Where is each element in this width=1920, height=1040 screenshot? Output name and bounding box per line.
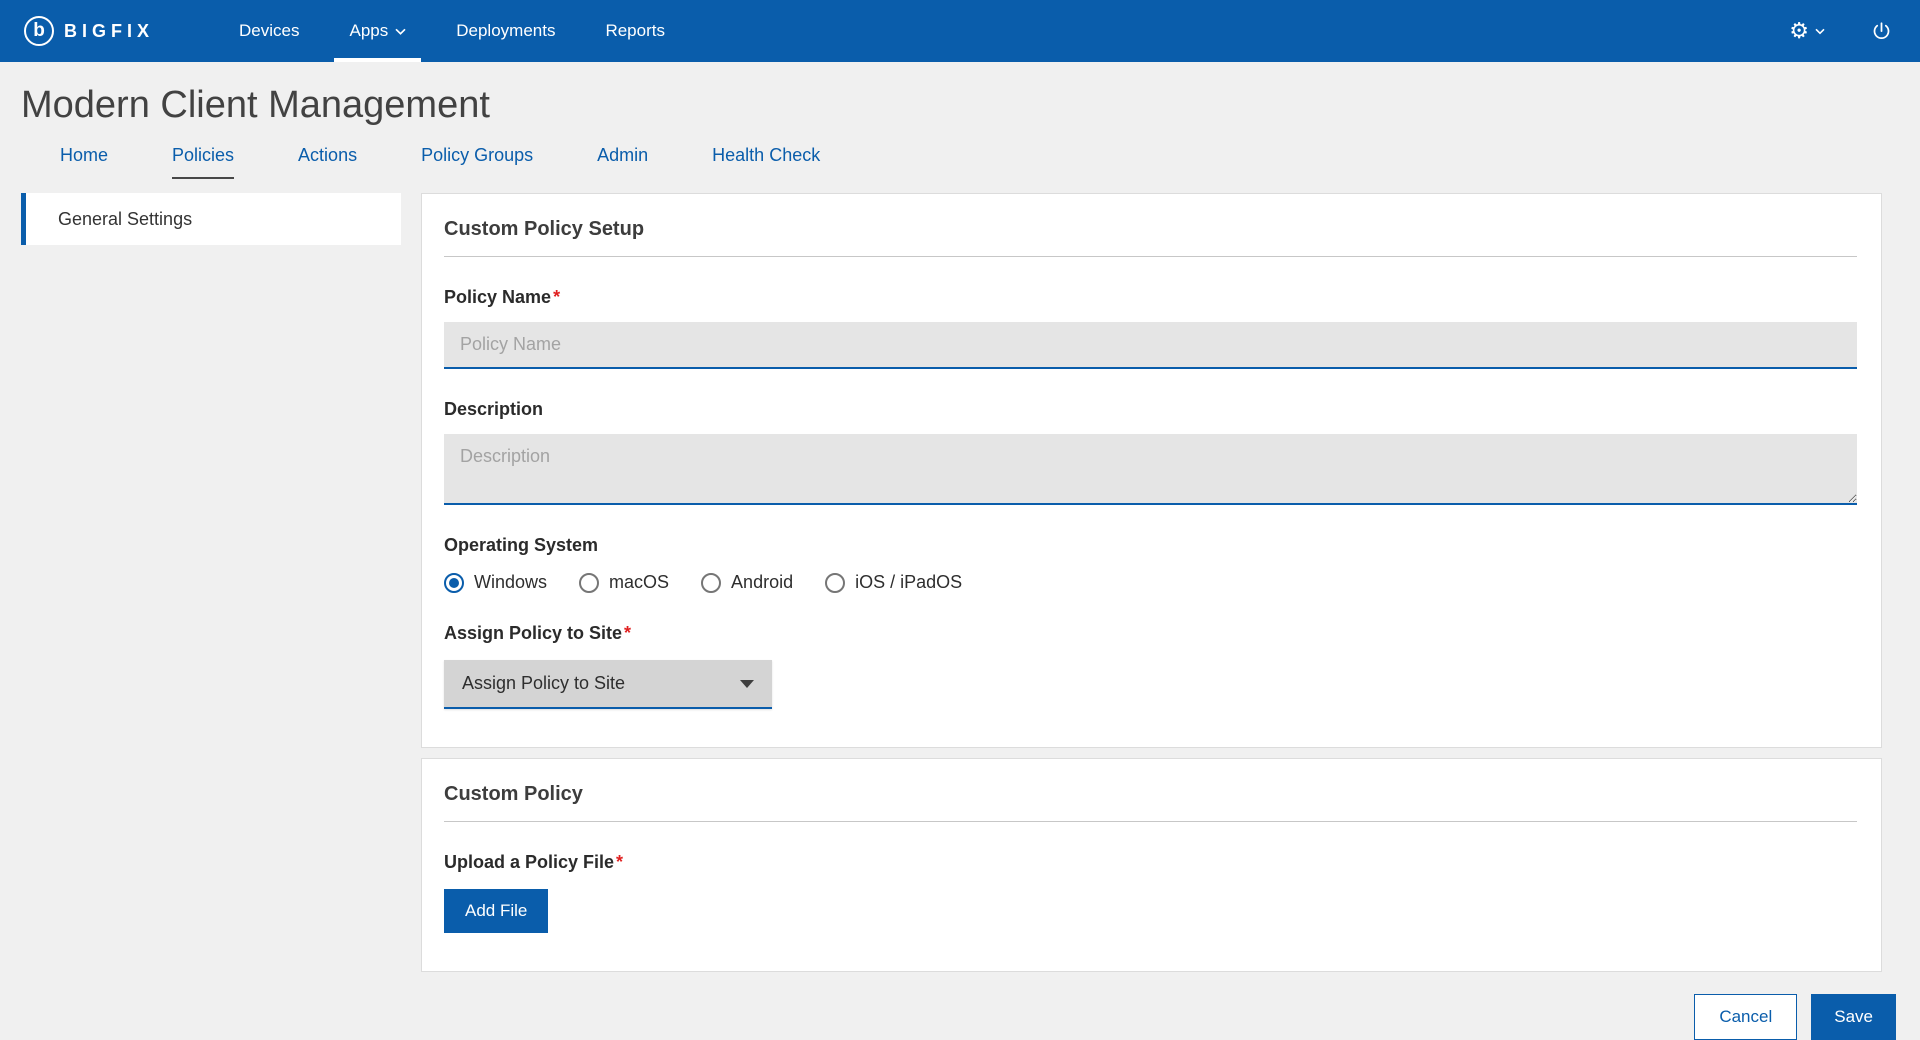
brand[interactable]: b BIGFIX xyxy=(24,0,154,62)
radio-selected-icon xyxy=(444,573,464,593)
assign-site-select[interactable]: Assign Policy to Site xyxy=(444,660,772,709)
sidebar: General Settings xyxy=(21,193,401,245)
custom-policy-setup-card: Custom Policy Setup Policy Name* Descrip… xyxy=(421,193,1882,748)
radio-android[interactable]: Android xyxy=(701,572,793,593)
tab-policy-groups[interactable]: Policy Groups xyxy=(421,145,533,179)
assign-site-label-text: Assign Policy to Site xyxy=(444,623,622,643)
assign-site-select-value: Assign Policy to Site xyxy=(462,673,625,694)
description-textarea[interactable] xyxy=(444,434,1857,505)
policy-name-label: Policy Name* xyxy=(444,287,1857,308)
radio-ios-ipados-label: iOS / iPadOS xyxy=(855,572,962,593)
radio-windows-label: Windows xyxy=(474,572,547,593)
footer-actions: Cancel Save xyxy=(0,994,1896,1040)
radio-android-label: Android xyxy=(731,572,793,593)
tab-policies[interactable]: Policies xyxy=(172,145,234,179)
sidebar-item-general-settings[interactable]: General Settings xyxy=(21,193,401,245)
custom-policy-card: Custom Policy Upload a Policy File* Add … xyxy=(421,758,1882,972)
required-asterisk: * xyxy=(624,623,631,643)
radio-unselected-icon xyxy=(579,573,599,593)
page-title: Modern Client Management xyxy=(21,84,1920,127)
upload-policy-file-label: Upload a Policy File* xyxy=(444,852,1857,873)
os-radio-group: Windows macOS Android iOS / iPadOS xyxy=(444,572,1857,593)
tab-health-check[interactable]: Health Check xyxy=(712,145,820,179)
radio-unselected-icon xyxy=(701,573,721,593)
logo-letter: b xyxy=(33,21,45,40)
chevron-down-icon xyxy=(740,680,754,688)
radio-ios-ipados[interactable]: iOS / iPadOS xyxy=(825,572,962,593)
tab-home[interactable]: Home xyxy=(60,145,108,179)
radio-macos[interactable]: macOS xyxy=(579,572,669,593)
upload-policy-file-label-text: Upload a Policy File xyxy=(444,852,614,872)
top-nav: Devices Apps Deployments Reports xyxy=(214,0,690,62)
gear-icon: ⚙ xyxy=(1789,20,1809,42)
radio-windows[interactable]: Windows xyxy=(444,572,547,593)
add-file-button[interactable]: Add File xyxy=(444,889,548,933)
section-title-custom-policy: Custom Policy xyxy=(444,783,1857,822)
chevron-down-icon xyxy=(1815,28,1825,35)
save-button[interactable]: Save xyxy=(1811,994,1896,1040)
top-navigation-bar: b BIGFIX Devices Apps Deployments Report… xyxy=(0,0,1920,62)
policy-name-input[interactable] xyxy=(444,322,1857,369)
section-title-custom-policy-setup: Custom Policy Setup xyxy=(444,218,1857,257)
assign-site-label: Assign Policy to Site* xyxy=(444,623,1857,644)
nav-apps[interactable]: Apps xyxy=(324,0,431,62)
cancel-button[interactable]: Cancel xyxy=(1694,994,1797,1040)
required-asterisk: * xyxy=(553,287,560,307)
nav-devices[interactable]: Devices xyxy=(214,0,324,62)
chevron-down-icon xyxy=(395,28,406,35)
nav-deployments[interactable]: Deployments xyxy=(431,0,580,62)
policy-name-label-text: Policy Name xyxy=(444,287,551,307)
radio-macos-label: macOS xyxy=(609,572,669,593)
radio-unselected-icon xyxy=(825,573,845,593)
content-area: General Settings Custom Policy Setup Pol… xyxy=(21,193,1882,972)
settings-menu[interactable]: ⚙ xyxy=(1789,20,1825,42)
nav-apps-label: Apps xyxy=(349,21,388,41)
topbar-right: ⚙ xyxy=(1789,0,1892,62)
description-label: Description xyxy=(444,399,1857,420)
tab-actions[interactable]: Actions xyxy=(298,145,357,179)
main-panel: Custom Policy Setup Policy Name* Descrip… xyxy=(421,193,1882,972)
bigfix-logo-icon: b xyxy=(24,16,54,46)
required-asterisk: * xyxy=(616,852,623,872)
brand-name: BIGFIX xyxy=(64,21,154,42)
operating-system-label: Operating System xyxy=(444,535,1857,556)
power-icon[interactable] xyxy=(1871,21,1892,42)
tab-admin[interactable]: Admin xyxy=(597,145,648,179)
nav-reports[interactable]: Reports xyxy=(580,0,690,62)
tab-bar: Home Policies Actions Policy Groups Admi… xyxy=(0,145,1920,179)
